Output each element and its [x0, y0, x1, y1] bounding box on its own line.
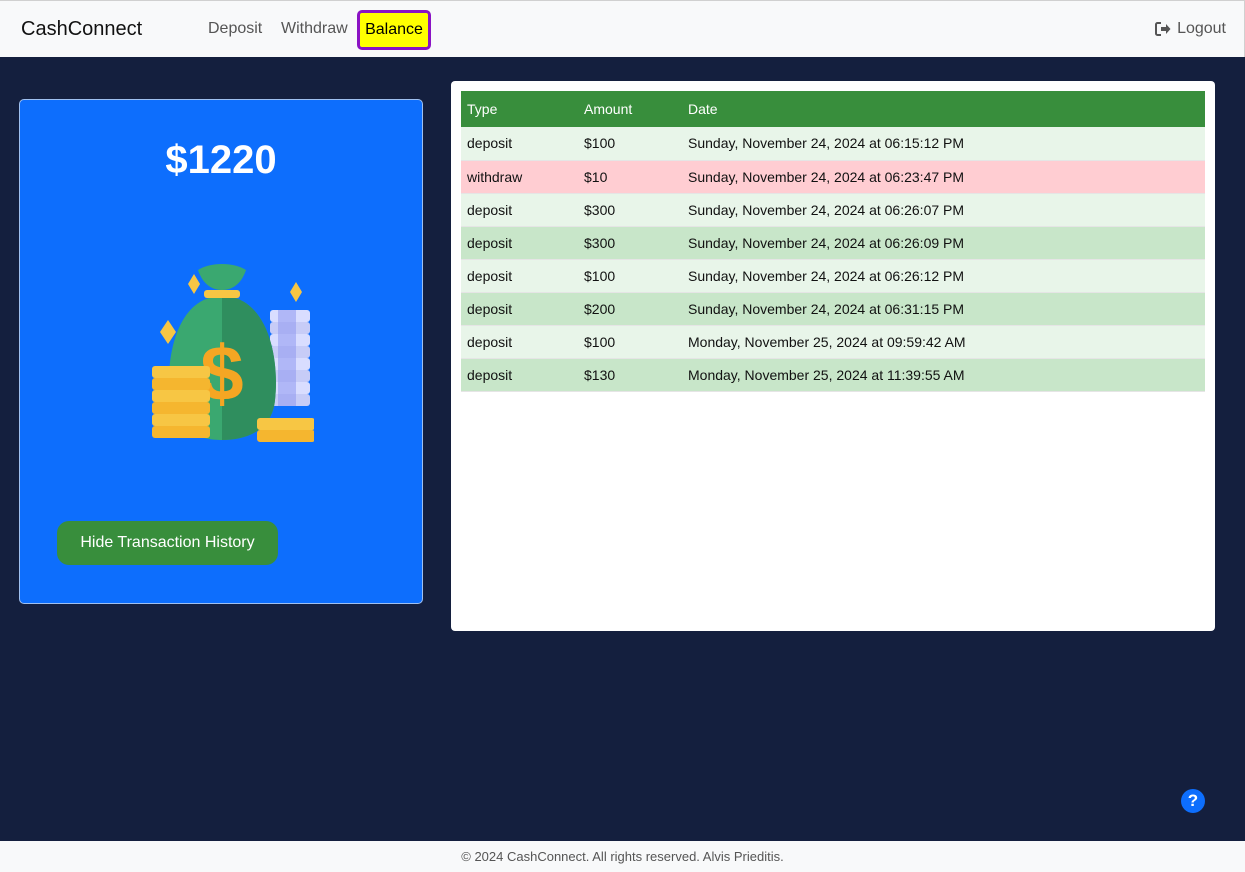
cell-type: deposit: [461, 325, 578, 359]
table-row: deposit $100 Monday, November 25, 2024 a…: [461, 325, 1205, 359]
cell-type: deposit: [461, 292, 578, 326]
cell-amount: $100: [578, 325, 682, 359]
cell-amount: $10: [578, 160, 682, 194]
table-row: deposit $300 Sunday, November 24, 2024 a…: [461, 226, 1205, 260]
navbar: CashConnect Deposit Withdraw Balance Log…: [0, 0, 1245, 57]
table-row: deposit $100 Sunday, November 24, 2024 a…: [461, 259, 1205, 293]
footer: © 2024 CashConnect. All rights reserved.…: [0, 841, 1245, 872]
balance-amount: $1220: [165, 138, 277, 182]
cell-date: Sunday, November 24, 2024 at 06:26:12 PM: [682, 259, 1205, 293]
cell-amount: $100: [578, 259, 682, 293]
header-amount: Amount: [578, 91, 682, 127]
sign-out-icon: [1155, 22, 1171, 36]
cell-type: deposit: [461, 358, 578, 392]
cell-date: Monday, November 25, 2024 at 09:59:42 AM: [682, 325, 1205, 359]
table-header-row: Type Amount Date: [461, 91, 1205, 127]
cell-date: Sunday, November 24, 2024 at 06:15:12 PM: [682, 127, 1205, 161]
nav-deposit-link[interactable]: Deposit: [208, 20, 262, 38]
cell-type: deposit: [461, 127, 578, 161]
nav-withdraw-link[interactable]: Withdraw: [281, 20, 348, 38]
cell-type: deposit: [461, 226, 578, 260]
cell-date: Sunday, November 24, 2024 at 06:26:09 PM: [682, 226, 1205, 260]
cell-date: Monday, November 25, 2024 at 11:39:55 AM: [682, 358, 1205, 392]
cell-type: deposit: [461, 193, 578, 227]
cell-type: withdraw: [461, 160, 578, 194]
table-row: deposit $130 Monday, November 25, 2024 a…: [461, 358, 1205, 392]
nav-balance-link[interactable]: Balance: [357, 10, 431, 50]
header-date: Date: [682, 91, 1205, 127]
money-bag-icon: $: [152, 264, 314, 442]
brand-logo-text[interactable]: CashConnect: [21, 18, 142, 41]
logout-label: Logout: [1177, 20, 1226, 37]
cell-type: deposit: [461, 259, 578, 293]
cell-amount: $130: [578, 358, 682, 392]
silver-coin-stack: [270, 310, 310, 406]
cell-amount: $300: [578, 226, 682, 260]
header-type: Type: [461, 91, 578, 127]
question-circle-icon[interactable]: ?: [1181, 789, 1205, 813]
cell-amount: $300: [578, 193, 682, 227]
cell-date: Sunday, November 24, 2024 at 06:23:47 PM: [682, 160, 1205, 194]
cell-amount: $100: [578, 127, 682, 161]
table-row: deposit $300 Sunday, November 24, 2024 a…: [461, 193, 1205, 227]
hide-transaction-history-button[interactable]: Hide Transaction History: [57, 521, 278, 565]
transaction-history-panel: Type Amount Date deposit $100 Sunday, No…: [451, 81, 1215, 631]
logout-button[interactable]: Logout: [1155, 20, 1226, 38]
transaction-table: Type Amount Date deposit $100 Sunday, No…: [461, 91, 1205, 392]
cell-date: Sunday, November 24, 2024 at 06:31:15 PM: [682, 292, 1205, 326]
table-row: withdraw $10 Sunday, November 24, 2024 a…: [461, 160, 1205, 194]
cell-date: Sunday, November 24, 2024 at 06:26:07 PM: [682, 193, 1205, 227]
balance-card: $1220 $ Hide Transaction History: [19, 99, 423, 604]
cell-amount: $200: [578, 292, 682, 326]
table-row: deposit $100 Sunday, November 24, 2024 a…: [461, 127, 1205, 161]
table-row: deposit $200 Sunday, November 24, 2024 a…: [461, 292, 1205, 326]
